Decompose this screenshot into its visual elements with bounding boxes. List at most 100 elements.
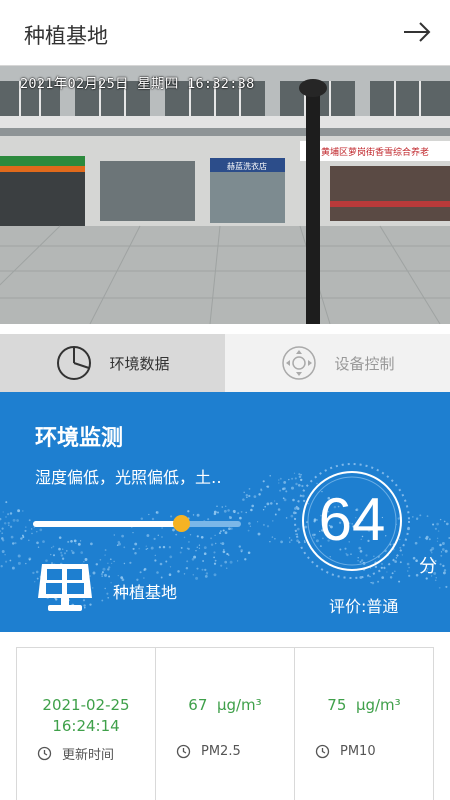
wave-dot (71, 551, 75, 555)
wave-dot (1, 532, 4, 535)
metric-label-row: PM10 (315, 744, 376, 759)
wave-dot (58, 536, 62, 539)
wave-dot (239, 516, 242, 520)
wave-dot (63, 552, 67, 555)
wave-dot (2, 539, 5, 542)
wave-dot (31, 532, 33, 535)
wave-dot (213, 573, 217, 577)
wave-dot (9, 525, 13, 528)
wave-dot (192, 514, 195, 516)
wave-dot (11, 542, 15, 545)
wave-dot (266, 525, 270, 528)
score-slider[interactable] (33, 515, 241, 532)
tab-device-control[interactable]: 设备控制 (225, 334, 450, 392)
wave-dot (7, 521, 10, 525)
wave-dot (9, 512, 13, 515)
app-header: 种植基地 (0, 0, 450, 66)
wave-dot (113, 534, 115, 536)
wave-dot (219, 530, 222, 533)
wave-dot (202, 560, 205, 562)
wave-dot (266, 485, 268, 488)
wave-dot (37, 546, 40, 548)
tab-environment-data[interactable]: 环境数据 (0, 334, 225, 392)
wave-dot (186, 547, 189, 550)
wave-dot (60, 554, 64, 557)
wave-dot (443, 569, 447, 572)
wave-dot (170, 515, 173, 518)
wave-dot (143, 567, 147, 571)
wave-dot (62, 548, 64, 550)
wave-dot (58, 547, 61, 551)
wave-dot (1, 550, 5, 553)
wave-dot (210, 537, 213, 540)
wave-dot (123, 562, 126, 565)
wave-dot (438, 586, 441, 589)
metric-card-update-time[interactable]: 2021-02-25 16:24:14 更新时间 (17, 648, 156, 800)
wave-dot (20, 537, 23, 540)
metric-card-pm25[interactable]: 67 μg/m³ PM2.5 (156, 648, 295, 800)
wave-dot (17, 554, 21, 558)
wave-dot (247, 529, 250, 532)
metric-label: PM2.5 (201, 744, 241, 759)
wave-dot (110, 562, 113, 565)
wave-dot (228, 527, 231, 531)
wave-dot (158, 546, 161, 549)
wave-dot (70, 549, 73, 552)
wave-dot (75, 542, 77, 544)
wave-dot (214, 559, 217, 562)
wave-dot (258, 493, 261, 496)
wave-dot (27, 539, 30, 542)
wave-dot (285, 490, 288, 493)
wave-dot (220, 542, 222, 544)
wave-dot (148, 513, 150, 516)
camera-image: 赫蓝洗衣店 黄埔区萝岗街香雪综合养老 (0, 66, 450, 324)
wave-dot (221, 506, 224, 508)
slider-thumb[interactable] (172, 515, 190, 532)
wave-dot (104, 587, 106, 590)
wave-dot (245, 511, 247, 514)
wave-dot (256, 521, 259, 523)
wave-dot (101, 575, 103, 577)
wave-dot (4, 553, 6, 556)
metric-card-pm10[interactable]: 75 μg/m³ PM10 (295, 648, 433, 800)
wave-dot (242, 498, 245, 501)
wave-dot (226, 553, 229, 555)
wave-dot (179, 551, 182, 554)
wave-dot (224, 531, 228, 535)
wave-dot (185, 566, 189, 570)
wave-dot (236, 560, 239, 562)
wave-dot (253, 495, 257, 498)
wave-dot (165, 560, 168, 563)
slider-fill (33, 521, 181, 527)
update-time: 16:24:14 (52, 717, 120, 735)
wave-dot (196, 535, 199, 538)
wave-dot (0, 517, 2, 521)
arrow-right-icon[interactable] (402, 20, 432, 44)
wave-dot (5, 516, 7, 518)
wave-dot (159, 562, 163, 566)
wave-dot (205, 572, 209, 575)
wave-dot (201, 568, 204, 571)
wave-dot (278, 482, 280, 484)
wave-dot (156, 571, 159, 574)
wave-dot (269, 475, 271, 477)
wave-dot (123, 546, 126, 549)
wave-dot (107, 562, 109, 564)
wave-dot (442, 571, 446, 575)
tab-device-control-label: 设备控制 (334, 354, 395, 373)
wave-dot (52, 545, 55, 548)
wave-dot (419, 514, 422, 517)
wave-dot (42, 540, 45, 543)
wave-dot (104, 554, 106, 556)
wave-dot (101, 571, 104, 574)
wave-dot (222, 550, 226, 554)
wave-dot (10, 535, 14, 539)
tab-environment-label: 环境数据 (109, 354, 170, 373)
wave-dot (273, 500, 276, 502)
wave-dot (203, 546, 207, 550)
wave-dot (213, 556, 215, 559)
camera-feed[interactable]: 赫蓝洗衣店 黄埔区萝岗街香雪综合养老 2021年02月25日 星期四 16:32… (0, 66, 450, 324)
wave-dot (432, 523, 435, 526)
wave-dot (416, 517, 419, 520)
wave-dot (200, 535, 204, 539)
